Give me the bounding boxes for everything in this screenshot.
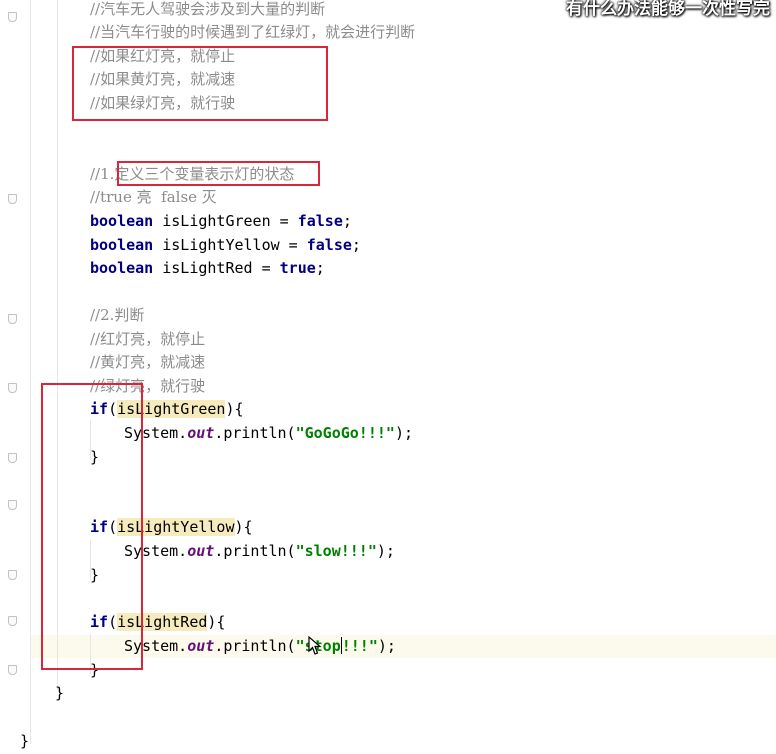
identifier: isLightRed (162, 259, 253, 277)
editor-gutter (0, 0, 31, 744)
keyword: false (297, 212, 343, 230)
punctuation: ){ (207, 613, 226, 631)
keyword: boolean (90, 259, 154, 277)
code-line-green-decl: boolean isLightGreen = false; (90, 210, 352, 234)
field-ref: out (187, 424, 215, 442)
code-comment: //true 亮 false 灭 (90, 188, 217, 206)
fold-marker-icon[interactable] (8, 12, 17, 22)
field-ref: out (187, 542, 215, 560)
code-comment: //2.判断 (90, 306, 145, 324)
annotation-box-conditions (72, 46, 328, 121)
code-comment: //当汽车行驶的时候遇到了红绿灯，就会进行判断 (90, 23, 416, 41)
annotation-box-if-blocks (41, 383, 143, 670)
string-literal: "GoGoGo!!!" (295, 424, 395, 442)
identifier: isLightGreen (162, 212, 271, 230)
code-line-brace: } (55, 684, 65, 702)
string-literal: !!!" (341, 637, 378, 655)
fold-marker-icon[interactable] (8, 665, 17, 675)
keyword: boolean (90, 236, 154, 254)
operator: = (252, 259, 280, 277)
code-line-yellow-decl: boolean isLightYellow = false; (90, 234, 361, 258)
punctuation: ){ (225, 400, 244, 418)
code-line-println-green: System.out.println("GoGoGo!!!"); (124, 422, 413, 446)
string-literal: "slow!!!" (295, 542, 377, 560)
fold-marker-icon[interactable] (8, 314, 17, 324)
punctuation: ; (342, 212, 352, 230)
punctuation: ); (377, 637, 396, 655)
keyword: false (306, 236, 352, 254)
identifier: isLightYellow (162, 236, 280, 254)
method-call: .println( (214, 542, 296, 560)
fold-marker-icon[interactable] (8, 453, 17, 463)
punctuation: ); (376, 542, 395, 560)
fold-marker-icon[interactable] (8, 383, 17, 393)
code-line-red-decl: boolean isLightRed = true; (90, 257, 325, 281)
code-comment: //汽车无人驾驶会涉及到大量的判断 (90, 0, 326, 18)
operator: = (270, 212, 298, 230)
code-line-println-yellow: System.out.println("slow!!!"); (124, 540, 395, 564)
video-caption: 有什么办法能够一次性写完 (566, 0, 770, 19)
code-line-println-red: System.out.println("stop!!!"); (124, 635, 396, 659)
annotation-box-variables (117, 161, 320, 186)
fold-marker-icon[interactable] (8, 500, 17, 510)
punctuation: ; (351, 236, 361, 254)
fold-marker-icon[interactable] (8, 616, 17, 626)
method-call: .println( (214, 424, 296, 442)
mouse-pointer-icon (308, 636, 322, 655)
method-call: .println( (214, 637, 296, 655)
punctuation: ){ (234, 518, 253, 536)
field-ref: out (187, 637, 215, 655)
punctuation: ; (315, 259, 325, 277)
operator: = (279, 236, 307, 254)
code-line-brace: } (20, 732, 30, 750)
fold-marker-icon[interactable] (8, 570, 17, 580)
code-comment: //黄灯亮，就减速 (90, 353, 206, 371)
keyword: true (279, 259, 316, 277)
fold-marker-icon[interactable] (8, 194, 17, 204)
punctuation: ); (394, 424, 413, 442)
keyword: boolean (90, 212, 154, 230)
code-comment: //红灯亮，就停止 (90, 330, 206, 348)
